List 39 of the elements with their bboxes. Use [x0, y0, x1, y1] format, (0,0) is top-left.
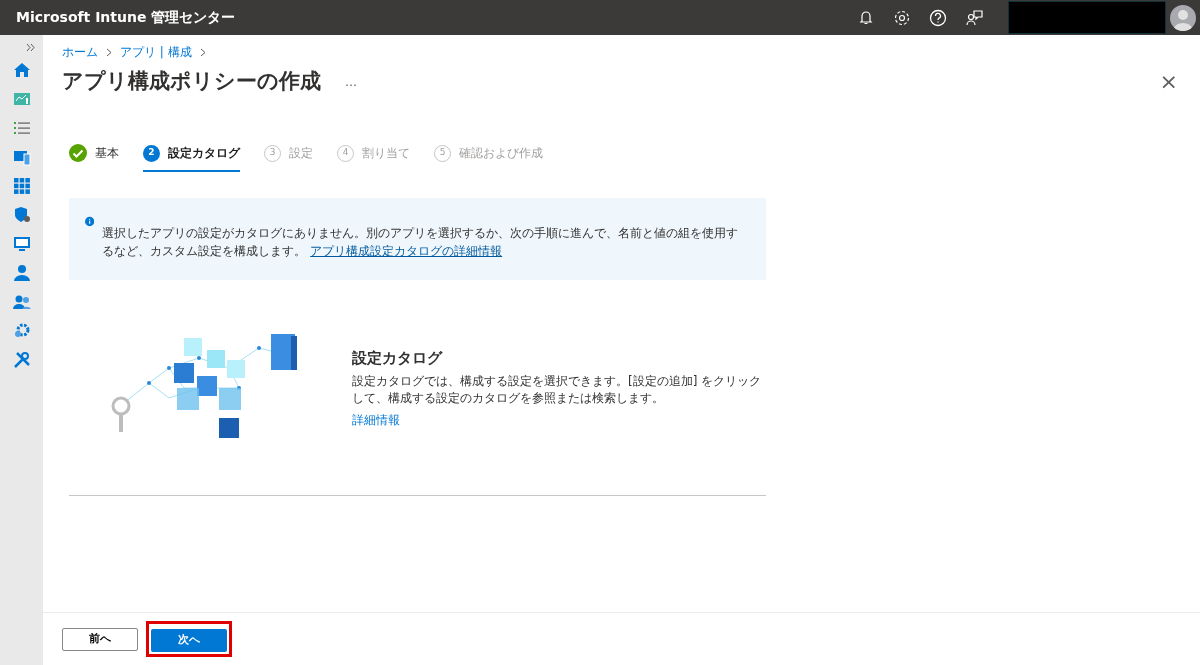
wizard-step-tab[interactable]: 基本	[69, 144, 119, 173]
checkmark-icon	[69, 144, 87, 163]
catalog-title: 設定カタログ	[352, 347, 444, 369]
gear-user-icon[interactable]	[12, 322, 31, 340]
wizard-step-tab[interactable]: 4 割り当て	[337, 144, 410, 173]
home-icon[interactable]	[12, 61, 31, 79]
close-button[interactable]: ×	[1159, 70, 1178, 93]
page-title: アプリ構成ポリシーの作成	[62, 69, 321, 95]
notifications-icon[interactable]	[857, 8, 875, 27]
dashboard-icon[interactable]	[12, 90, 31, 108]
catalog-info-link[interactable]: アプリ構成設定カタログの詳細情報	[310, 244, 503, 259]
shield-icon[interactable]	[12, 206, 31, 224]
tools-icon[interactable]	[12, 351, 31, 369]
wizard-step-tab[interactable]: 3 設定	[264, 144, 313, 173]
feedback-icon[interactable]	[965, 8, 983, 27]
catalog-description: 設定カタログでは、構成する設定を選択できます。[設定の追加] をクリックして、構成する設定のカタログを参照または検索します。	[352, 373, 762, 407]
app-title: Microsoft Intune 管理センター	[15, 8, 236, 27]
learn-more-link[interactable]: 詳細情報	[352, 410, 400, 429]
user-icon[interactable]	[12, 264, 31, 282]
wizard-step-tab[interactable]: 5 確認および作成	[434, 144, 543, 173]
users-icon[interactable]	[12, 293, 31, 311]
list-icon[interactable]	[12, 119, 31, 137]
help-icon[interactable]	[929, 8, 947, 27]
breadcrumb-link[interactable]: アプリ | 構成	[120, 43, 192, 61]
expand-icon[interactable]	[26, 42, 35, 52]
more-button[interactable]: …	[345, 72, 357, 91]
info-message: 選択したアプリの設定がカタログにありません。別のアプリを選択するか、次の手順に進んで、名前と値の組を使用するなど、カスタム設定を構成します。 アプリ構成設定カタログの詳細情報	[102, 225, 740, 261]
account-avatar[interactable]	[1170, 4, 1196, 31]
apps-grid-icon[interactable]	[12, 177, 31, 195]
wizard-step-tab[interactable]: 2 設定カタログ	[143, 144, 240, 173]
breadcrumb-link[interactable]: ホーム	[62, 43, 98, 61]
devices-icon[interactable]	[12, 148, 31, 166]
monitor-icon[interactable]	[12, 235, 31, 253]
chevron-icon	[106, 47, 112, 57]
step-number: 2	[143, 144, 160, 162]
settings-icon[interactable]	[893, 8, 911, 27]
next-button[interactable]: 次へ	[151, 628, 227, 652]
back-button[interactable]: 前へ	[62, 627, 138, 651]
chevron-icon	[199, 47, 206, 57]
